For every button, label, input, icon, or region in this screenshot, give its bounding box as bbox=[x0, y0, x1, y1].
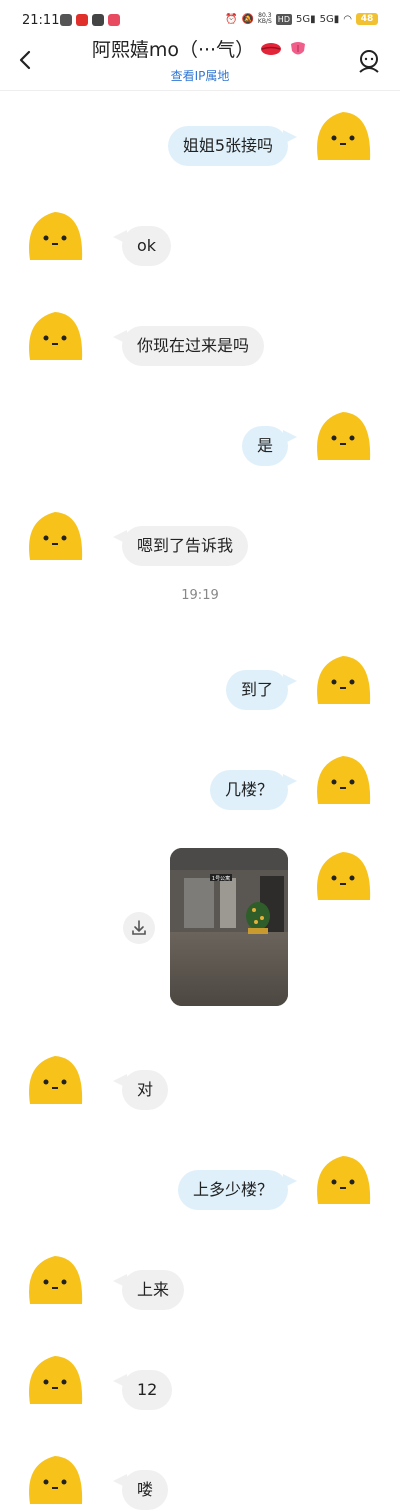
signal-label: 5G bbox=[295, 13, 311, 25]
message-timestamp: 19:19 bbox=[181, 588, 219, 603]
outgoing-message-bubble[interactable]: 姐姐5张接吗 bbox=[167, 126, 288, 166]
alarm-icon: ⏰ bbox=[225, 13, 238, 25]
incoming-message-bubble[interactable]: 喽 bbox=[122, 1470, 169, 1510]
download-icon bbox=[132, 920, 146, 935]
incoming-message-bubble[interactable]: ok bbox=[122, 226, 172, 266]
photo-thumbnail[interactable]: 1号公寓 bbox=[170, 848, 288, 1006]
wifi-icon: ◠ bbox=[343, 13, 352, 25]
net-speed: 80.3 KB/S bbox=[258, 13, 272, 25]
avatar[interactable] bbox=[24, 208, 86, 266]
chat-header: 阿熙嬉mo（···气） 查看IP属地 bbox=[0, 39, 400, 91]
status-indicators: ⏰ 🔕 80.3 KB/S HD 5G▮ 5G▮ ◠ 48 bbox=[225, 13, 378, 25]
incoming-message-bubble[interactable]: 你现在过来是吗 bbox=[122, 326, 265, 366]
signal-icon: 5G▮ bbox=[319, 13, 340, 25]
contact-name[interactable]: 阿熙嬉mo（···气） bbox=[60, 35, 340, 63]
status-bar: 21:11 ⏰ 🔕 80.3 KB/S HD 5G▮ 5G▮ ◠ 48 bbox=[0, 0, 400, 40]
avatar[interactable] bbox=[24, 308, 86, 366]
building-sign: 1号公寓 bbox=[212, 875, 230, 882]
notification-icons bbox=[60, 14, 120, 26]
battery-icon: 48 bbox=[356, 13, 378, 25]
incoming-message-bubble[interactable]: 嗯到了告诉我 bbox=[122, 526, 249, 566]
avatar[interactable] bbox=[312, 108, 374, 166]
ip-location-link[interactable]: 查看IP属地 bbox=[100, 67, 300, 84]
avatar[interactable] bbox=[24, 508, 86, 566]
incoming-message-bubble[interactable]: 对 bbox=[122, 1070, 169, 1110]
outgoing-message-bubble[interactable]: 到了 bbox=[225, 670, 288, 710]
app-notification-icon bbox=[108, 14, 120, 26]
outgoing-message-bubble[interactable]: 几楼？ bbox=[209, 770, 288, 810]
avatar[interactable] bbox=[24, 1352, 86, 1410]
kiss-lips-icon bbox=[261, 43, 282, 55]
app-notification-icon bbox=[76, 14, 88, 26]
net-speed-unit: KB/S bbox=[257, 18, 272, 25]
status-time: 21:11 bbox=[22, 13, 60, 28]
cloud-icon bbox=[92, 14, 104, 26]
back-icon[interactable] bbox=[14, 48, 38, 72]
avatar[interactable] bbox=[312, 752, 374, 810]
header-emojis bbox=[260, 38, 308, 63]
signal-label: 5G bbox=[319, 13, 334, 25]
avatar[interactable] bbox=[24, 1452, 86, 1510]
incoming-message-bubble[interactable]: 12 bbox=[122, 1370, 173, 1410]
avatar[interactable] bbox=[24, 1052, 86, 1110]
download-button[interactable] bbox=[123, 912, 155, 944]
avatar[interactable] bbox=[24, 1252, 86, 1310]
incoming-message-bubble[interactable]: 上来 bbox=[122, 1270, 185, 1310]
avatar[interactable] bbox=[312, 1152, 374, 1210]
avatar[interactable] bbox=[312, 408, 374, 466]
hd-badge: HD bbox=[275, 13, 292, 25]
profile-icon[interactable] bbox=[356, 48, 382, 74]
avatar[interactable] bbox=[312, 652, 374, 710]
outgoing-message-bubble[interactable]: 是 bbox=[241, 426, 288, 466]
mute-icon: 🔕 bbox=[241, 13, 254, 25]
avatar[interactable] bbox=[312, 848, 374, 906]
app-notification-icon bbox=[60, 14, 72, 26]
tongue-icon bbox=[291, 42, 306, 55]
signal-icon: 5G▮ bbox=[295, 13, 316, 25]
outgoing-message-bubble[interactable]: 上多少楼？ bbox=[177, 1170, 288, 1210]
contact-name-text: 阿熙嬉mo（···气） bbox=[91, 39, 255, 61]
